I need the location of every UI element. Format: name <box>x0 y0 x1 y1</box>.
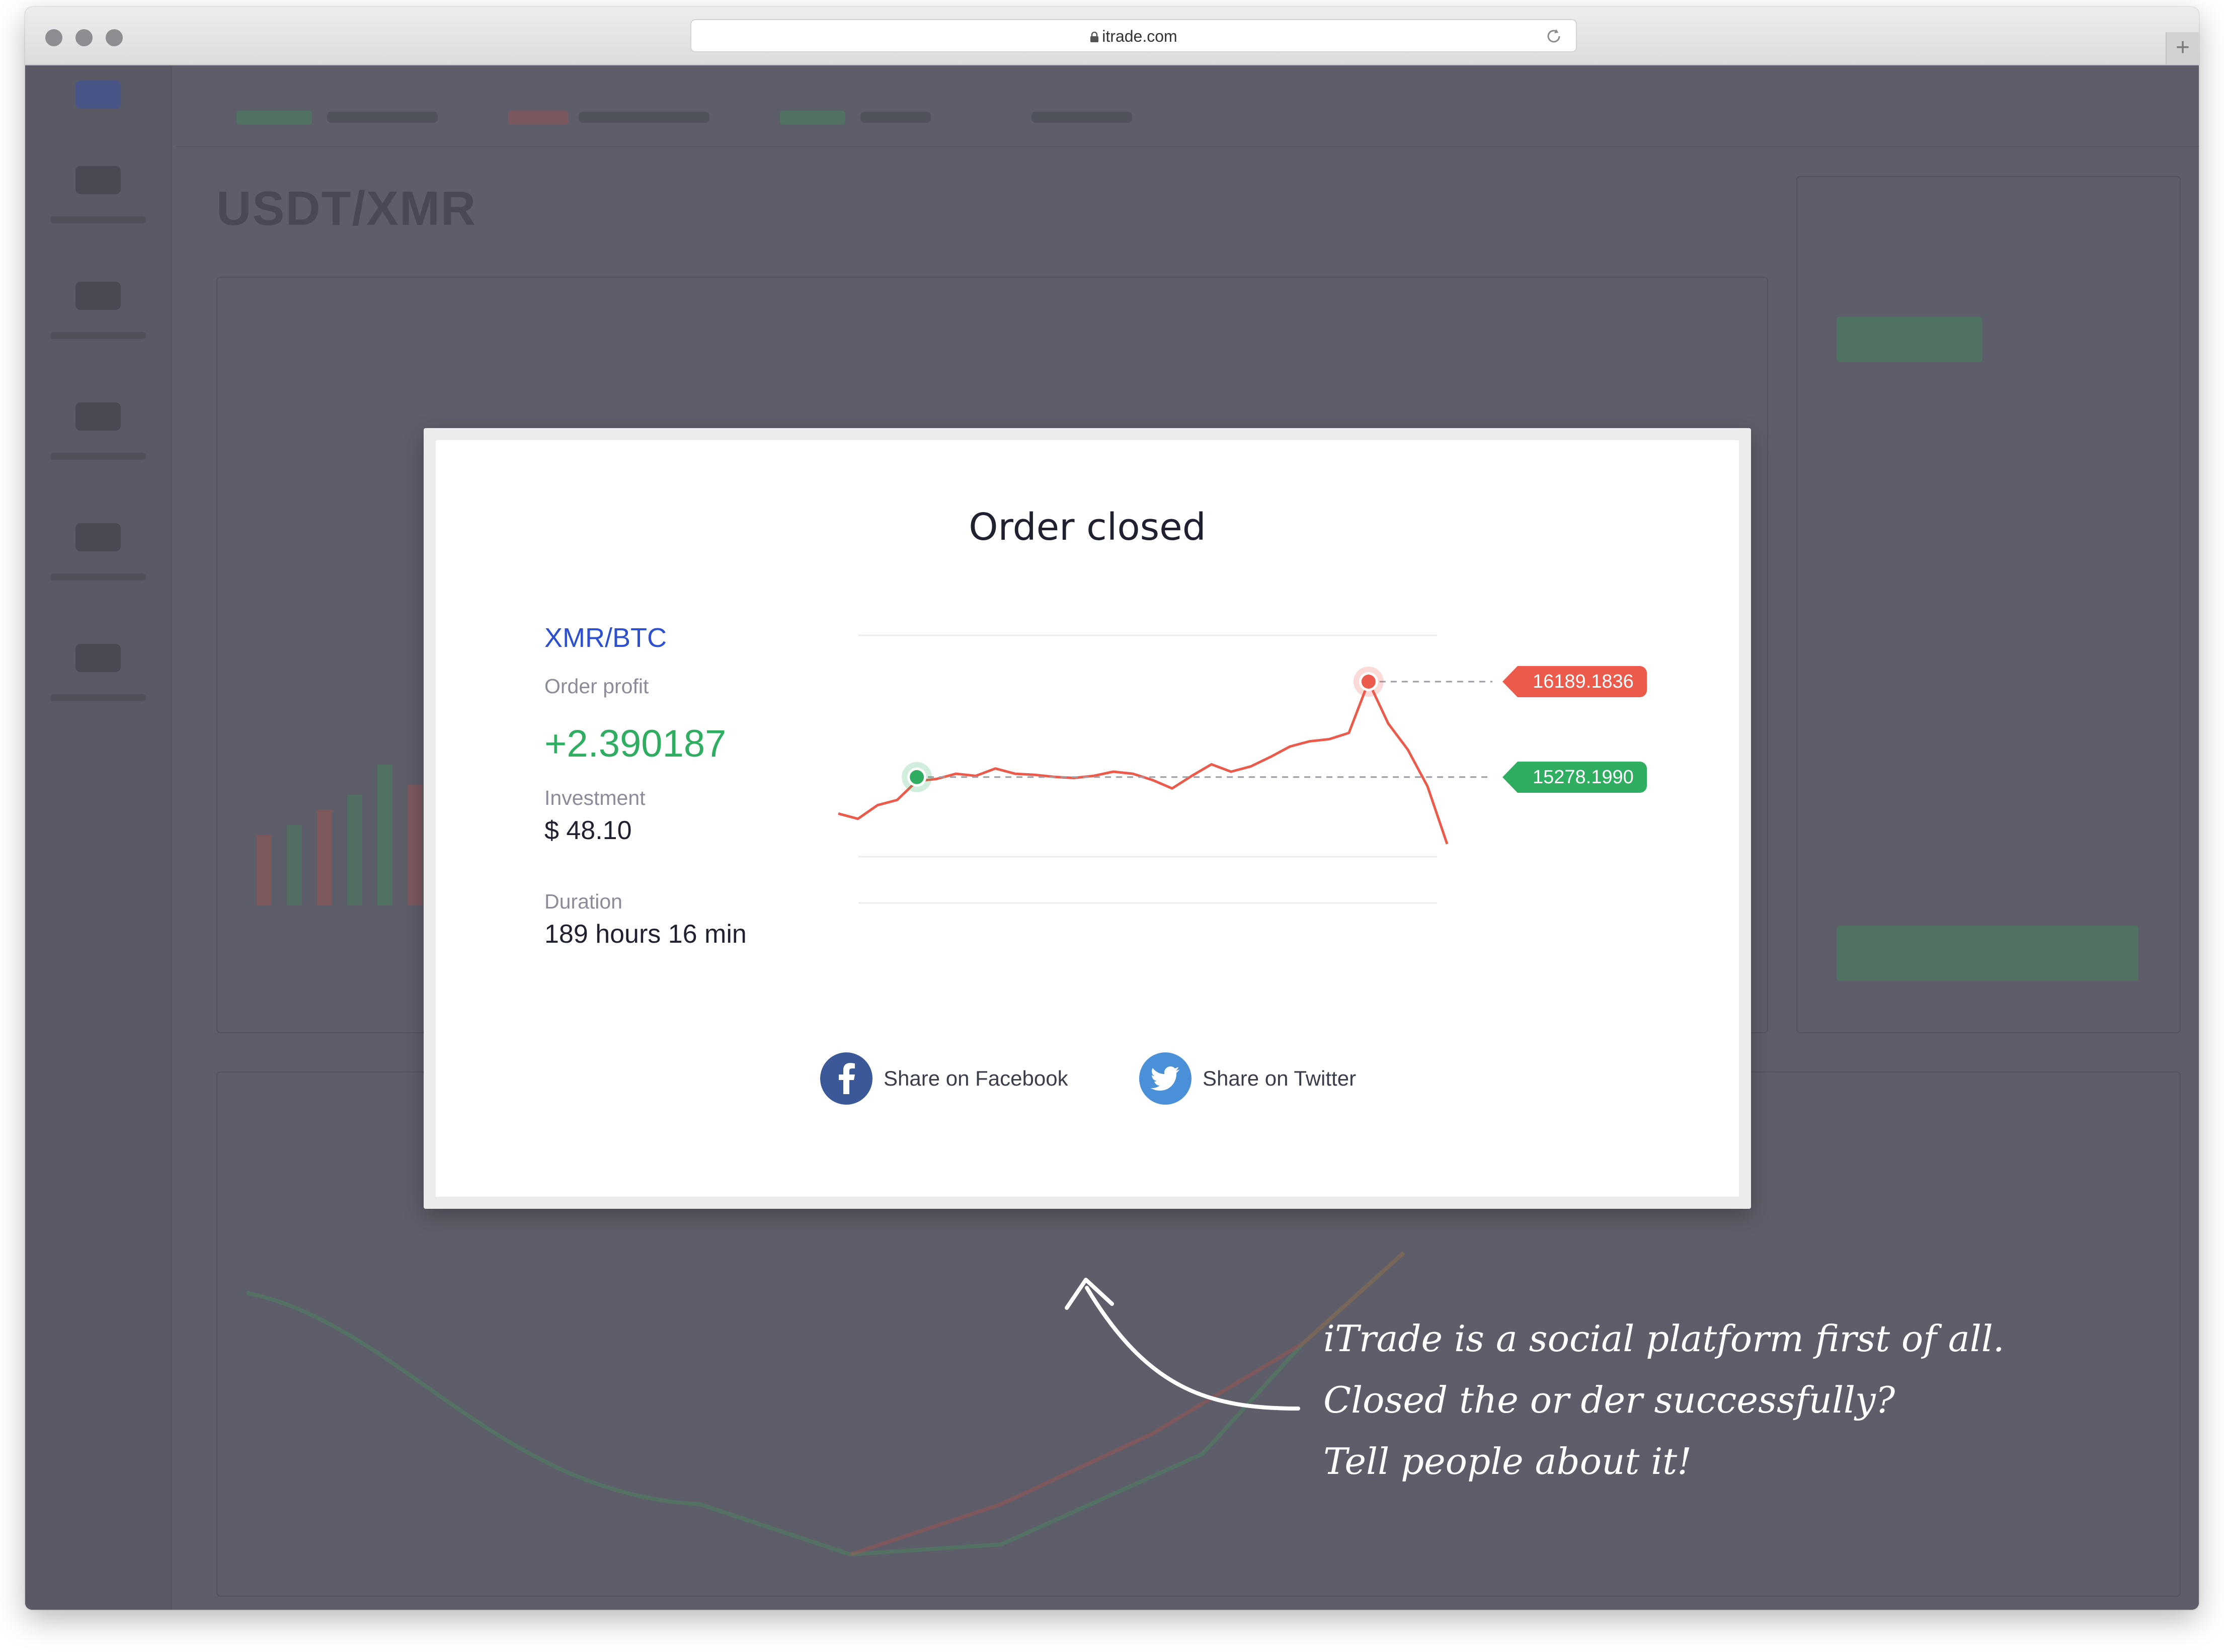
annotation-note: iTrade is a social platform first of all… <box>1323 1308 2005 1492</box>
new-tab-button[interactable]: + <box>2166 32 2199 64</box>
share-twitter-label: Share on Twitter <box>1203 1066 1357 1090</box>
annotation-line-2: Closed the or der successfully? <box>1323 1379 1895 1421</box>
sidebar-item[interactable] <box>75 282 121 310</box>
place-order-button[interactable] <box>1837 926 2138 981</box>
entry-marker-point <box>910 770 924 784</box>
exit-marker-point <box>1361 675 1376 689</box>
sidebar <box>25 65 172 1610</box>
window-maximize-button[interactable] <box>106 29 123 46</box>
order-form-panel <box>1796 176 2181 1033</box>
facebook-icon <box>820 1052 872 1105</box>
chart-series-line <box>838 680 1449 845</box>
investment-label: Investment <box>544 786 646 809</box>
annotation-line-1: iTrade is a social platform first of all… <box>1323 1317 2005 1360</box>
twitter-icon <box>1139 1052 1192 1105</box>
order-closed-dialog: Order closed XMR/BTC Order profit +2.390… <box>424 428 1751 1209</box>
dialog-title: Order closed <box>969 506 1206 549</box>
annotation-line-3: Tell people about it! <box>1323 1440 1692 1482</box>
reload-icon[interactable] <box>1545 27 1563 45</box>
entry-price-tag: 15278.1990 <box>1502 761 1647 793</box>
order-profit-label: Order profit <box>544 675 649 698</box>
sidebar-item[interactable] <box>75 402 121 431</box>
browser-titlebar: itrade.com + <box>25 7 2199 65</box>
share-facebook-label: Share on Facebook <box>884 1066 1068 1090</box>
annotation-arrow-icon <box>1065 1278 1300 1411</box>
exit-price-value: 16189.1836 <box>1533 671 1634 692</box>
url-text: itrade.com <box>1102 27 1177 45</box>
order-profit-value: +2.390187 <box>544 722 727 765</box>
buy-tab[interactable] <box>1837 317 1982 362</box>
entry-price-value: 15278.1990 <box>1533 766 1634 788</box>
share-twitter-button[interactable]: Share on Twitter <box>1139 1052 1356 1105</box>
window-close-button[interactable] <box>45 29 62 46</box>
trading-pair[interactable]: XMR/BTC <box>544 622 667 653</box>
dialog-body: Order closed XMR/BTC Order profit +2.390… <box>436 440 1739 1197</box>
pair-title: USDT/XMR <box>216 182 477 235</box>
lock-icon <box>1090 32 1099 42</box>
share-facebook-button[interactable]: Share on Facebook <box>820 1052 1068 1105</box>
address-bar[interactable]: itrade.com <box>690 19 1577 52</box>
sidebar-item[interactable] <box>75 523 121 551</box>
exit-price-tag: 16189.1836 <box>1502 666 1647 697</box>
sidebar-item[interactable] <box>75 644 121 672</box>
sidebar-item[interactable] <box>75 166 121 194</box>
app-logo <box>75 80 121 109</box>
window-minimize-button[interactable] <box>75 29 93 46</box>
investment-value: $ 48.10 <box>544 816 632 845</box>
duration-value: 189 hours 16 min <box>544 920 747 949</box>
duration-label: Duration <box>544 890 622 913</box>
top-ticker-bar <box>176 65 2199 147</box>
profit-line-chart <box>838 634 1492 904</box>
